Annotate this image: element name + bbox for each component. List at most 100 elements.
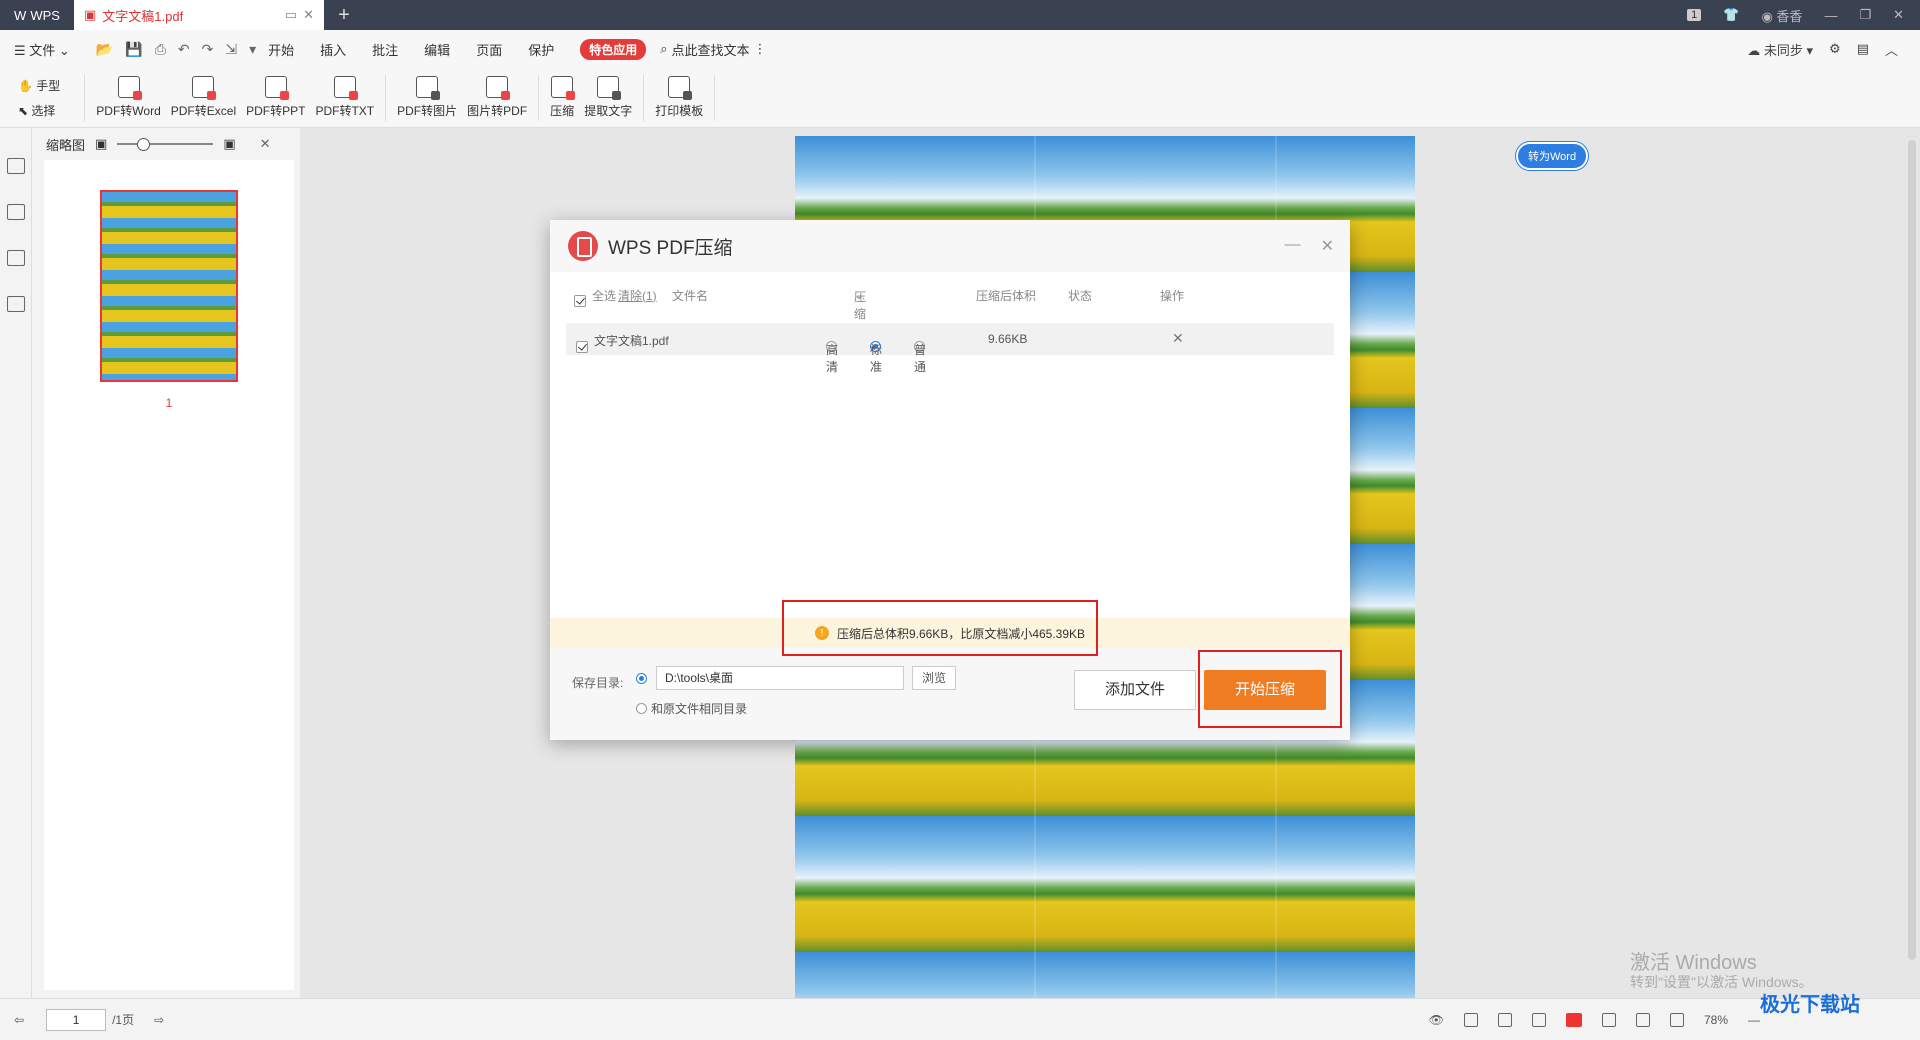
same-dir-label: 和原文件相同目录 [651,702,748,716]
collapse-ribbon-icon[interactable]: ︿ [1885,40,1898,59]
pdf-to-ppt-icon [264,76,289,100]
settings-icon[interactable]: ⚙ [1829,41,1841,57]
quality-normal-label: 普通 [914,343,927,374]
tab-insert[interactable]: 插入 [320,40,346,59]
tab-special-apps[interactable]: 特色应用 [580,38,647,60]
file-menu[interactable]: ☰ 文件 ⌄ [14,40,70,59]
dialog-close-icon[interactable]: ✕ [1321,236,1334,256]
comment-icon[interactable]: ▤ [1857,41,1869,57]
pdf-to-excel-button[interactable]: PDF转Excel [166,70,241,126]
undo-icon[interactable]: ↶ [178,41,190,58]
page-number-input[interactable]: 1 [46,1008,107,1031]
close-tab-icon[interactable]: ✕ [303,7,314,23]
play-icon[interactable] [1565,1012,1582,1027]
close-panel-icon[interactable]: ✕ [260,136,271,152]
pdf-to-ppt-button[interactable]: PDF转PPT [241,70,310,126]
tab-edit[interactable]: 编辑 [424,40,450,59]
dialog-minimize-icon[interactable]: — [1285,236,1301,256]
tab-page[interactable]: 页面 [476,40,502,59]
tab-protect[interactable]: 保护 [528,40,554,59]
search-icon[interactable]: ⌕ [660,41,667,57]
prev-page-icon[interactable]: ⇦ [14,1013,24,1027]
browse-button[interactable]: 浏览 [912,666,956,690]
open-icon[interactable]: 📂 [96,41,113,58]
pdf-to-word-button[interactable]: PDF转Word [91,70,165,126]
column-action: 操作 [1160,288,1185,303]
skin-icon[interactable]: 👕 [1723,7,1739,23]
radio-same-dir-icon [636,703,647,714]
convert-to-word-button[interactable]: 转为Word [1516,142,1589,170]
document-tab[interactable]: ▣ 文字文稿1.pdf ▭ ✕ [74,0,324,30]
same-dir-radio[interactable]: 和原文件相同目录 [636,700,747,717]
fit-page-icon[interactable] [1635,1012,1650,1027]
thumbnail-panel: 缩略图 ▣ ▣ ✕ 1 [32,128,300,998]
thumbnail-panel-title: 缩略图 [46,137,86,153]
restore-tab-icon[interactable]: ▭ [285,7,297,23]
outline-icon[interactable] [6,158,25,174]
double-page-view-icon[interactable] [1531,1012,1546,1027]
select-all-checkbox[interactable] [574,295,586,307]
radio-custom-dir-icon [636,673,647,684]
sync-button[interactable]: ☁ 未同步 ▾ [1747,40,1813,59]
save-icon[interactable]: 💾 [125,41,142,58]
maximize-icon[interactable]: ❐ [1859,7,1871,23]
single-page-view-icon[interactable] [1497,1012,1512,1027]
image-to-pdf-button[interactable]: 图片转PDF [462,70,532,126]
zoom-in-thumb-icon[interactable]: ▣ [223,136,235,152]
wps-home-tab[interactable]: W WPS [0,0,74,30]
column-status: 状态 [1068,288,1093,303]
compress-label: 压缩 [550,104,575,118]
save-path-input[interactable]: D:\tools\桌面 [656,666,904,690]
add-file-button[interactable]: 添加文件 [1074,670,1196,710]
column-level[interactable]: 压缩程度 ⌄ [854,288,866,355]
thumbnail-icon[interactable] [6,204,25,220]
attachment-icon[interactable] [6,296,25,312]
zoom-out-icon[interactable]: — [1748,1013,1760,1027]
custom-dir-radio[interactable] [636,672,651,686]
continuous-view-icon[interactable] [1463,1012,1478,1027]
tab-start[interactable]: 开始 [268,40,294,59]
pdf-to-word-label: PDF转Word [96,104,161,118]
title-bar: W WPS ▣ 文字文稿1.pdf ▭ ✕ + 1 👕 ◉ 香香 — ❐ ✕ [0,0,1920,30]
close-window-icon[interactable]: ✕ [1893,7,1904,23]
new-tab-button[interactable]: + [324,4,364,27]
print-template-button[interactable]: 打印模板 [650,70,708,126]
zoom-level[interactable]: 78% [1704,1013,1728,1027]
tab-comment[interactable]: 批注 [372,40,398,59]
pdf-to-word-icon [117,76,142,100]
thumbnail-size-slider[interactable] [117,138,214,151]
remove-file-icon[interactable]: ✕ [1172,330,1184,347]
pdf-to-txt-button[interactable]: PDF转TXT [310,70,379,126]
hand-tool-button[interactable]: ✋ 手型 [18,77,60,94]
pdf-to-ppt-label: PDF转PPT [246,104,306,118]
actual-size-icon[interactable] [1669,1012,1684,1027]
file-size-after: 9.66KB [988,332,1028,346]
site-logo: 极光下载站 [1760,994,1860,1016]
file-checkbox[interactable] [576,341,588,353]
next-page-icon[interactable]: ⇨ [154,1013,164,1027]
search-text-button[interactable]: 点此查找文本 [672,40,750,59]
vertical-scrollbar[interactable] [1908,140,1916,960]
redo-icon[interactable]: ↷ [202,41,214,58]
print-icon[interactable]: ⎙ [155,41,166,58]
select-tool-button[interactable]: ⬉ 选择 [18,102,60,119]
user-avatar[interactable]: ◉ 香香 [1761,6,1802,25]
more-icon[interactable]: ⋮ [754,41,767,57]
extract-text-button[interactable]: 提取文字 [579,70,637,126]
pdf-to-image-button[interactable]: PDF转图片 [392,70,462,126]
select-tool-label: 选择 [31,103,56,118]
export-icon[interactable]: ⇲ [225,41,237,58]
column-size-after: 压缩后体积 [976,288,1037,303]
window-count-badge[interactable]: 1 [1687,9,1702,21]
annotation-icon[interactable] [6,250,25,266]
quality-standard-label: 标准 [870,343,883,374]
zoom-out-thumb-icon[interactable]: ▣ [95,136,107,152]
compress-button[interactable]: 压缩 [545,70,579,126]
compress-icon [551,76,576,100]
eye-protect-icon[interactable]: 👁 [1429,1013,1444,1027]
clear-link[interactable]: 清除(1) [618,287,657,304]
more-dropdown-icon[interactable]: ▾ [249,41,256,58]
page-thumbnail[interactable] [100,190,238,382]
minimize-icon[interactable]: — [1824,8,1837,23]
fit-width-icon[interactable] [1601,1012,1616,1027]
